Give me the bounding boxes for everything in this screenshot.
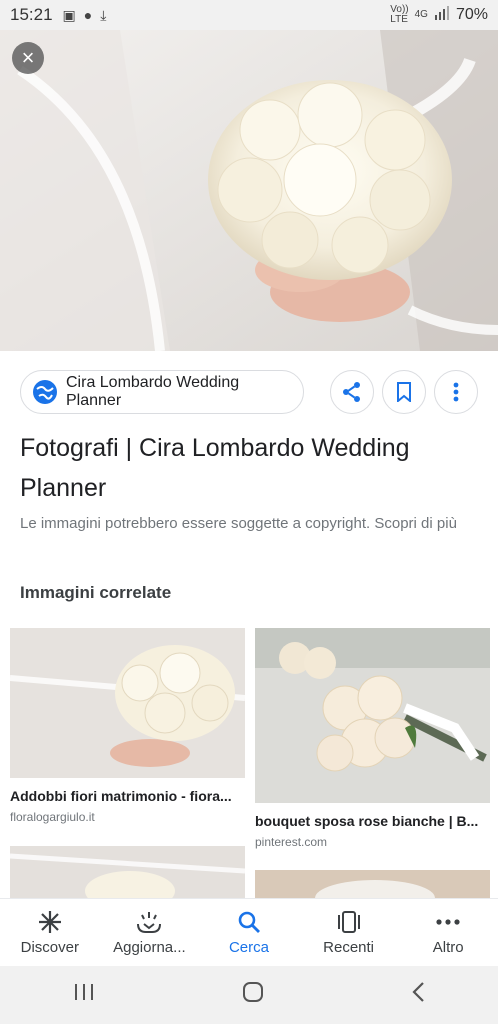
signal-icon <box>434 5 450 25</box>
back-button[interactable] <box>411 981 425 1009</box>
nav-label: Recenti <box>323 939 374 956</box>
source-row: Cira Lombardo Wedding Planner <box>20 370 478 416</box>
more-vert-icon <box>453 382 459 402</box>
source-chip[interactable]: Cira Lombardo Wedding Planner <box>20 370 304 414</box>
more-horiz-icon <box>436 909 460 935</box>
related-image-thumbnail[interactable] <box>10 846 245 898</box>
more-options-button[interactable] <box>434 370 478 414</box>
status-time: 15:21 <box>10 5 53 24</box>
bookmark-icon <box>397 382 411 402</box>
app-notification-icon: ● <box>83 7 93 23</box>
home-icon <box>242 982 263 1002</box>
status-right-group: Vo)) LTE 4G 70% <box>390 5 488 25</box>
volte-indicator: Vo)) LTE <box>390 5 408 25</box>
related-image-card[interactable]: bouquet sposa rose bianche | B... pinter… <box>255 628 490 849</box>
back-icon <box>412 982 424 1002</box>
image-viewer-page: 15:21 ▣ ● ⤓ Vo)) LTE 4G 70% × Cira Lomba… <box>0 0 498 1024</box>
nav-recent[interactable]: Recenti <box>299 899 399 966</box>
related-image-card[interactable] <box>255 870 490 898</box>
nav-label: Discover <box>20 939 79 956</box>
related-images-heading: Immagini correlate <box>20 583 172 602</box>
copyright-note[interactable]: Le immagini potrebbero essere soggette a… <box>20 510 480 537</box>
lte-label: LTE <box>390 14 408 25</box>
download-icon: ⤓ <box>100 6 107 23</box>
related-image-title: Addobbi fiori matrimonio - fiora... <box>10 788 232 804</box>
home-button[interactable] <box>242 981 264 1009</box>
recent-tabs-icon <box>336 909 362 935</box>
recent-apps-icon <box>75 984 94 1000</box>
nav-discover[interactable]: Discover <box>0 899 100 966</box>
related-image-source: pinterest.com <box>255 835 328 849</box>
dress-thumbnail-image <box>255 870 490 898</box>
asterisk-icon <box>38 909 62 935</box>
related-image-source: floralogargiulo.it <box>10 810 95 824</box>
gallery-icon: ▣ <box>62 6 76 23</box>
globe-icon <box>33 380 57 404</box>
nav-search[interactable]: Cerca <box>199 899 299 966</box>
nav-label: Altro <box>432 939 464 956</box>
battery-level: 70% <box>455 6 488 23</box>
network-type-label: 4G <box>414 9 428 20</box>
related-image-title: bouquet sposa rose bianche | B... <box>255 813 479 829</box>
related-image-thumbnail[interactable] <box>10 628 245 778</box>
share-button[interactable] <box>330 370 374 414</box>
main-image[interactable]: × <box>0 30 498 351</box>
share-icon <box>343 382 360 402</box>
related-image-card[interactable] <box>10 846 245 898</box>
related-image-card[interactable]: Addobbi fiori matrimonio - fiora... flor… <box>10 628 245 824</box>
close-button[interactable]: × <box>12 42 44 74</box>
nav-label: Cerca <box>228 939 269 956</box>
system-navigation-bar <box>0 966 498 1024</box>
nav-label: Aggiorna... <box>113 939 186 956</box>
nav-more[interactable]: Altro <box>398 899 498 966</box>
nav-updates[interactable]: Aggiorna... <box>100 899 200 966</box>
bouquet-thumbnail-image <box>10 628 245 778</box>
rose-bouquet-thumbnail-image <box>255 628 490 803</box>
related-image-thumbnail[interactable] <box>255 628 490 803</box>
bridal-bouquet-image <box>0 30 498 351</box>
bottom-navigation: Discover Aggiorna... Cerca Recenti Altro <box>0 898 498 966</box>
bouquet-thumbnail-image <box>10 846 245 898</box>
status-bar: 15:21 ▣ ● ⤓ Vo)) LTE 4G 70% <box>0 0 498 30</box>
bookmark-button[interactable] <box>382 370 426 414</box>
recent-apps-button[interactable] <box>73 982 95 1008</box>
source-site-name: Cira Lombardo Wedding Planner <box>66 374 240 409</box>
updates-icon <box>136 909 162 935</box>
search-icon <box>237 909 261 935</box>
related-image-thumbnail[interactable] <box>255 870 490 898</box>
result-title[interactable]: Fotografi | Cira Lombardo Wedding Planne… <box>20 428 480 508</box>
